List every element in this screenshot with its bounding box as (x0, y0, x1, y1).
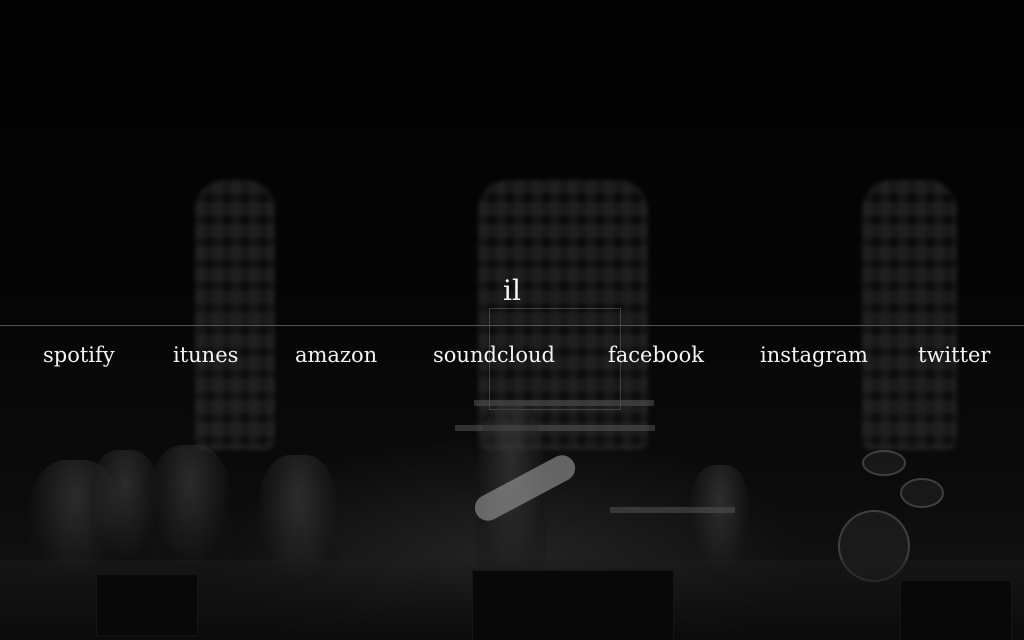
nav-link-instagram[interactable]: instagram (760, 340, 868, 370)
nav-link-spotify[interactable]: spotify (43, 340, 115, 370)
stage-monitor (472, 570, 674, 640)
nav-link-amazon[interactable]: amazon (295, 340, 377, 370)
stage-monitor (900, 580, 1012, 640)
nav-link-facebook[interactable]: facebook (608, 340, 704, 370)
keyboard (610, 507, 735, 513)
tom-drum (900, 478, 944, 508)
divider (0, 325, 1024, 326)
stage-monitor (96, 574, 198, 636)
performer-keyboardist (690, 465, 750, 575)
nav-link-itunes[interactable]: itunes (173, 340, 238, 370)
performer-violinist (150, 445, 230, 565)
streaming-nav: spotify itunes amazon soundcloud faceboo… (0, 340, 1024, 372)
hero-background: il spotify itunes amazon soundcloud face… (0, 0, 1024, 640)
tom-drum (862, 450, 906, 476)
nav-link-soundcloud[interactable]: soundcloud (433, 340, 555, 370)
site-logo[interactable]: il (0, 274, 1024, 308)
stage-banner-right (862, 180, 957, 450)
nav-link-twitter[interactable]: twitter (918, 340, 990, 370)
stage-banner-left (195, 180, 275, 450)
